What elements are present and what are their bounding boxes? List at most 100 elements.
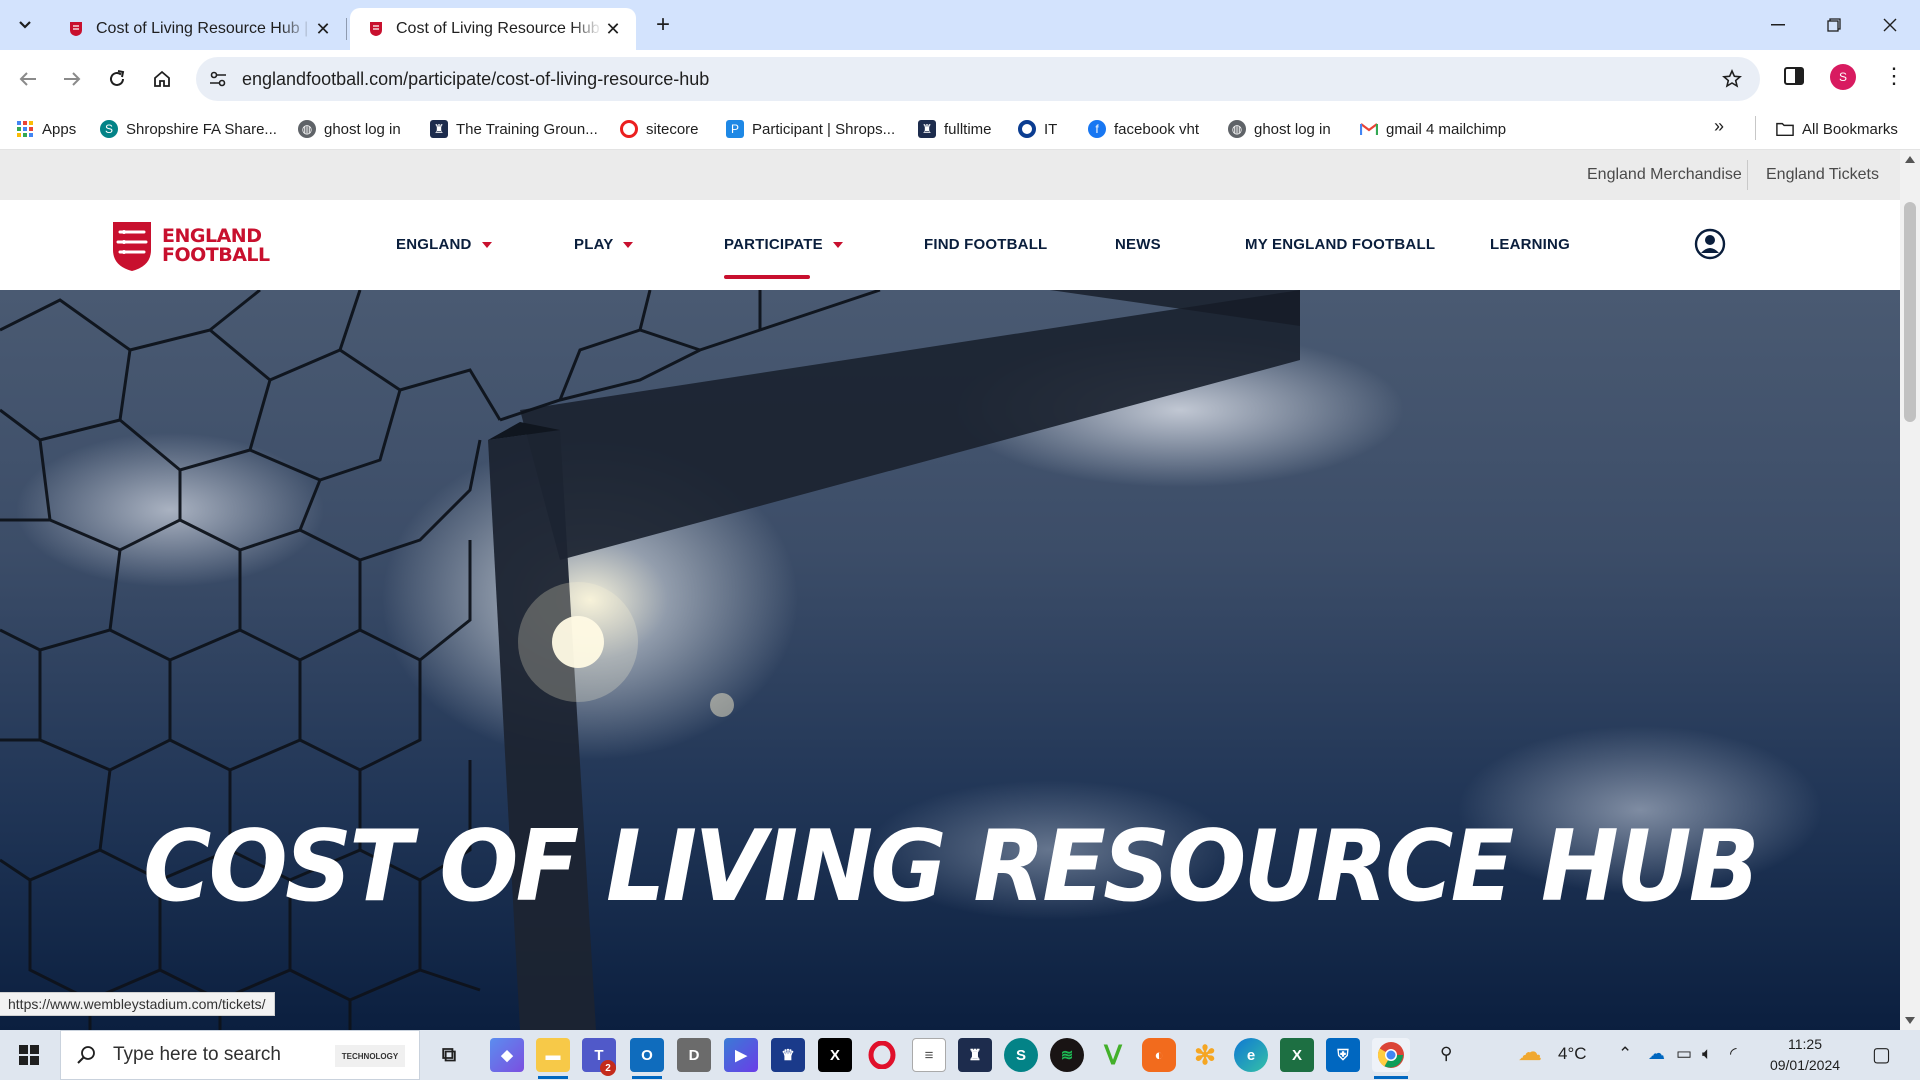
windows-start-icon[interactable] (0, 1030, 58, 1080)
tab-search-chevron-icon[interactable] (10, 10, 40, 40)
people-icon[interactable]: ⚲ (1440, 1044, 1452, 1064)
green-app-icon[interactable]: ᐯ (1096, 1038, 1130, 1072)
nav-label: ENGLAND (396, 236, 472, 253)
volume-icon[interactable]: 🔈︎ (1702, 1044, 1712, 1064)
bookmark-star-icon[interactable] (1720, 67, 1744, 91)
spotify-icon[interactable]: ≋ (1050, 1038, 1084, 1072)
browser-tab[interactable]: Cost of Living Resource Hub | England Fo… (50, 8, 346, 50)
scroll-down-arrow-icon[interactable] (1905, 1017, 1915, 1024)
notification-icon[interactable]: ▢ (1872, 1042, 1891, 1067)
logo-line-football: FOOTBALL (162, 244, 270, 266)
bookmark-sitecore[interactable]: sitecore (620, 116, 699, 142)
sharepoint-taskbar-icon[interactable]: S (1004, 1038, 1038, 1072)
opera-icon[interactable] (865, 1038, 899, 1072)
utility-bar: England Merchandise England Tickets (0, 150, 1900, 200)
england-merchandise-link[interactable]: England Merchandise (1587, 166, 1742, 184)
onedrive-icon[interactable]: ☁ (1648, 1044, 1665, 1064)
link-status-bubble: https://www.wembleystadium.com/tickets/ (0, 992, 275, 1016)
tray-chevron-up-icon[interactable]: ⌃ (1618, 1044, 1632, 1064)
bookmarks-bar: Apps S Shropshire FA Share... ◍ ghost lo… (0, 108, 1920, 150)
notepad-icon[interactable]: ≡ (912, 1038, 946, 1072)
battery-icon[interactable]: ▭ (1676, 1044, 1692, 1064)
taskbar-search-box[interactable]: Type here to search TECHNOLOGY (60, 1030, 420, 1080)
nav-label: NEWS (1115, 236, 1161, 253)
all-bookmarks-folder[interactable]: All Bookmarks (1776, 116, 1898, 142)
bookmarks-overflow-icon[interactable]: » (1714, 116, 1724, 137)
file-explorer-icon[interactable]: ▬ (536, 1038, 570, 1072)
security-app-icon[interactable]: ⛨ (1326, 1038, 1360, 1072)
england-football-favicon-icon (370, 22, 382, 36)
england-tickets-link[interactable]: England Tickets (1766, 166, 1879, 184)
new-tab-plus-icon[interactable]: + (648, 10, 678, 40)
nav-participate[interactable]: PARTICIPATE (724, 236, 843, 253)
nav-my-england-football[interactable]: MY ENGLAND FOOTBALL (1245, 236, 1435, 253)
reload-icon[interactable] (99, 61, 135, 97)
page-viewport: England Merchandise England Tickets ENGL… (0, 150, 1900, 1030)
power-automate-icon[interactable]: ▶ (724, 1038, 758, 1072)
ring-icon (1018, 120, 1036, 138)
bookmark-shropshire-fa[interactable]: S Shropshire FA Share... (100, 116, 277, 142)
nav-learning[interactable]: LEARNING (1490, 236, 1570, 253)
bookmark-facebook-vht[interactable]: f facebook vht (1088, 116, 1199, 142)
chrome-menu-icon[interactable]: ⋮ (1880, 62, 1908, 90)
back-icon[interactable] (10, 61, 46, 97)
browser-toolbar: englandfootball.com/participate/cost-of-… (0, 50, 1920, 108)
minimize-icon[interactable] (1750, 0, 1806, 50)
nav-news[interactable]: NEWS (1115, 236, 1161, 253)
nav-label: PARTICIPATE (724, 236, 823, 253)
tab-close-icon[interactable]: ✕ (602, 18, 624, 40)
outlook-icon[interactable]: O (630, 1038, 664, 1072)
tab-close-icon[interactable]: ✕ (312, 18, 334, 40)
site-info-tune-icon[interactable] (206, 67, 230, 91)
taskbar-clock[interactable]: 11:25 09/01/2024 (1760, 1034, 1850, 1076)
weather-icon[interactable]: ☁ (1518, 1038, 1542, 1067)
bookmark-training-ground[interactable]: ♜ The Training Groun... (430, 116, 598, 142)
chrome-taskbar-icon[interactable] (1372, 1038, 1410, 1072)
close-window-icon[interactable] (1862, 0, 1918, 50)
home-icon[interactable] (144, 61, 180, 97)
club-crest-icon[interactable]: ♛ (771, 1038, 805, 1072)
x-twitter-icon[interactable]: X (818, 1038, 852, 1072)
orange-app-icon[interactable]: ◐ (1142, 1038, 1176, 1072)
fa-app-icon[interactable]: ♜ (958, 1038, 992, 1072)
wifi-icon[interactable]: ◜ (1730, 1044, 1737, 1064)
active-app-indicator (1374, 1076, 1408, 1079)
bookmark-apps[interactable]: Apps (16, 116, 76, 142)
scrollbar-thumb[interactable] (1904, 202, 1916, 422)
apps-grid-icon (17, 121, 33, 137)
nav-play[interactable]: PLAY (574, 236, 634, 253)
side-panel-icon[interactable] (1780, 62, 1808, 90)
page-scrollbar[interactable] (1900, 150, 1920, 1030)
tab-divider (346, 18, 347, 40)
bookmark-ghost-login[interactable]: ◍ ghost log in (298, 116, 401, 142)
globe-icon: ◍ (1228, 120, 1246, 138)
bookmark-ghost-login-2[interactable]: ◍ ghost log in (1228, 116, 1331, 142)
restore-icon[interactable] (1806, 0, 1862, 50)
excel-icon[interactable]: X (1280, 1038, 1314, 1072)
participant-icon: P (726, 120, 744, 138)
bookmark-fulltime[interactable]: ♜ fulltime (918, 116, 992, 142)
address-bar[interactable]: englandfootball.com/participate/cost-of-… (196, 57, 1760, 101)
nav-england[interactable]: ENGLAND (396, 236, 492, 253)
bookmark-it[interactable]: IT (1018, 116, 1057, 142)
nav-find-football[interactable]: FIND FOOTBALL (924, 236, 1047, 253)
account-user-icon[interactable] (1694, 228, 1726, 260)
scroll-up-arrow-icon[interactable] (1905, 156, 1915, 163)
url-text[interactable]: englandfootball.com/participate/cost-of-… (242, 69, 709, 90)
teams-badge: 2 (600, 1060, 616, 1076)
bookmark-gmail-mailchimp[interactable]: gmail 4 mailchimp (1360, 116, 1506, 142)
d-app-icon[interactable]: D (677, 1038, 711, 1072)
pinwheel-app-icon[interactable]: ✻ (1188, 1038, 1222, 1072)
bookmark-participant[interactable]: P Participant | Shrops... (726, 116, 895, 142)
utility-divider (1747, 160, 1748, 190)
profile-avatar[interactable]: S (1830, 64, 1856, 90)
task-view-icon[interactable]: ⧉ (432, 1038, 466, 1072)
forward-icon[interactable] (54, 61, 90, 97)
copilot-icon[interactable]: ◆ (490, 1038, 524, 1072)
edge-icon[interactable]: e (1234, 1038, 1268, 1072)
weather-temperature[interactable]: 4°C (1558, 1044, 1587, 1064)
caret-down-icon (623, 241, 634, 248)
browser-tab-active[interactable]: Cost of Living Resource Hub | England Fo… (350, 8, 636, 50)
england-football-logo[interactable]: ENGLAND FOOTBALL (110, 220, 270, 272)
active-nav-indicator (724, 275, 810, 279)
